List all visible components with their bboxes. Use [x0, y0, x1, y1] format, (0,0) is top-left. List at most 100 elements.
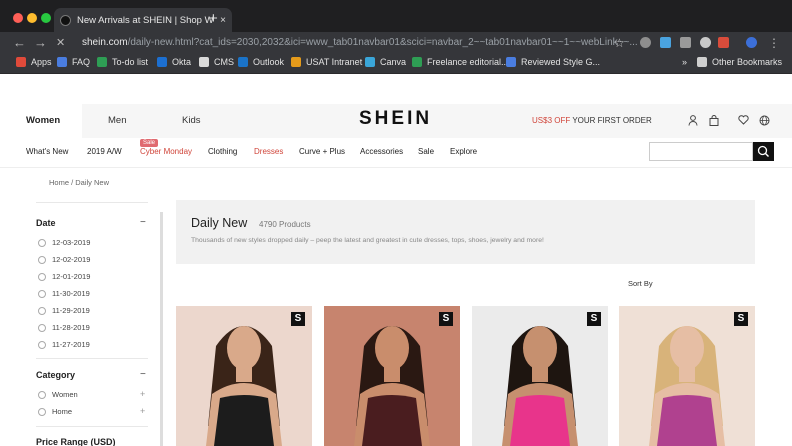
menu-item[interactable]: 2019 A/W — [87, 147, 122, 156]
menu-item[interactable]: Dresses — [254, 147, 283, 156]
forward-button[interactable]: → — [34, 35, 47, 51]
radio-icon[interactable] — [38, 407, 46, 416]
product-card[interactable]: S — [176, 306, 312, 446]
bookmarks-bar: Other Bookmarks » Apps FAQ To-do list Okta C… — [0, 54, 792, 74]
category-label: Home — [52, 407, 73, 416]
menu-item[interactable]: What's New — [26, 147, 68, 156]
other-bookmarks[interactable]: Other Bookmarks — [697, 57, 782, 67]
promo-banner[interactable]: US$3 OFF YOUR FIRST ORDER — [532, 104, 652, 138]
product-image[interactable] — [176, 306, 312, 446]
bookmark-item[interactable]: USAT Intranet — [291, 57, 362, 67]
extension-check-icon[interactable] — [640, 37, 651, 48]
tab-women[interactable]: Women — [0, 104, 82, 138]
bookmark-icon — [57, 57, 67, 67]
bookmark-item[interactable]: CMS — [199, 57, 234, 67]
radio-icon[interactable] — [38, 306, 46, 315]
menu-item[interactable]: Sale — [418, 147, 434, 156]
radio-icon[interactable] — [38, 323, 46, 332]
product-count: 4790 Products — [259, 220, 311, 229]
bookmark-item[interactable]: Freelance editorial... — [412, 57, 509, 67]
category-filter-option[interactable]: Home — [38, 407, 72, 416]
category-collapse-icon[interactable]: − — [140, 369, 146, 380]
date-filter-option[interactable]: 12-01-2019 — [38, 272, 90, 281]
extension-dropbox-icon[interactable] — [660, 37, 671, 48]
product-card[interactable]: S — [324, 306, 460, 446]
product-image[interactable] — [619, 306, 755, 446]
tab-men[interactable]: Men — [108, 104, 126, 138]
wishlist-heart-icon[interactable] — [738, 115, 749, 128]
search-input[interactable] — [649, 142, 753, 161]
date-filter-option[interactable]: 12-02-2019 — [38, 255, 90, 264]
date-collapse-icon[interactable]: − — [140, 217, 146, 228]
shein-badge-icon: S — [291, 312, 305, 326]
radio-icon[interactable] — [38, 340, 46, 349]
bookmark-item[interactable]: Outlook — [238, 57, 284, 67]
breadcrumb[interactable]: Home / Daily New — [49, 178, 109, 187]
url-field[interactable]: shein.com/daily-new.html?cat_ids=2030,20… — [82, 33, 642, 53]
search-button[interactable] — [753, 142, 774, 161]
sidebar-scrollbar[interactable] — [160, 212, 163, 446]
bookmark-item[interactable]: FAQ — [57, 57, 90, 67]
radio-icon[interactable] — [38, 272, 46, 281]
menu-item[interactable]: Accessories — [360, 147, 403, 156]
bookmark-icon — [199, 57, 209, 67]
radio-icon[interactable] — [38, 255, 46, 264]
date-filter-option[interactable]: 11-27-2019 — [38, 340, 90, 349]
date-filter-option[interactable]: 11-28-2019 — [38, 323, 90, 332]
bookmark-item[interactable]: Reviewed Style G... — [506, 57, 600, 67]
extension-grid-icon[interactable] — [680, 37, 691, 48]
close-window-button[interactable] — [13, 13, 23, 23]
back-button[interactable]: ← — [13, 35, 26, 51]
expand-icon[interactable]: + — [140, 406, 145, 416]
stop-loading-button[interactable]: ✕ — [56, 35, 65, 51]
tab-kids[interactable]: Kids — [182, 104, 200, 138]
browser-tab[interactable]: New Arrivals at SHEIN | Shop W × — [54, 8, 232, 32]
bookmark-icon — [157, 57, 167, 67]
radio-icon[interactable] — [38, 238, 46, 247]
price-filter-title[interactable]: Price Range (USD) — [36, 437, 116, 446]
maximize-window-button[interactable] — [41, 13, 51, 23]
bookmark-icon — [97, 57, 107, 67]
bookmark-label: Reviewed Style G... — [521, 57, 601, 67]
date-filter-option[interactable]: 11-29-2019 — [38, 306, 90, 315]
sort-by-dropdown[interactable]: Sort By — [628, 279, 653, 288]
shein-logo[interactable]: SHEIN — [359, 108, 432, 130]
bookmark-item[interactable]: Canva — [365, 57, 406, 67]
bookmark-icon — [291, 57, 301, 67]
new-tab-button[interactable]: + — [209, 10, 218, 28]
radio-icon[interactable] — [38, 390, 46, 399]
menu-item[interactable]: Curve + Plus — [299, 147, 345, 156]
date-filter-title[interactable]: Date — [36, 218, 56, 228]
minimize-window-button[interactable] — [27, 13, 37, 23]
user-icon[interactable] — [688, 115, 698, 129]
menu-item[interactable]: Explore — [450, 147, 477, 156]
globe-icon[interactable] — [759, 115, 770, 129]
extension-red-icon[interactable] — [718, 37, 729, 48]
date-filter-option[interactable]: 11-30-2019 — [38, 289, 90, 298]
bookmark-item[interactable]: Okta — [157, 57, 191, 67]
bookmark-item[interactable]: Apps — [16, 57, 52, 67]
expand-icon[interactable]: + — [140, 389, 145, 399]
bag-icon[interactable] — [709, 115, 719, 129]
radio-icon[interactable] — [38, 289, 46, 298]
menu-item[interactable]: Clothing — [208, 147, 237, 156]
bookmark-star-icon[interactable]: ☆ — [614, 35, 625, 51]
tab-close-icon[interactable]: × — [220, 15, 226, 26]
bookmark-item[interactable]: To-do list — [97, 57, 148, 67]
bookmark-icon — [506, 57, 516, 67]
bookmarks-overflow-button[interactable]: » — [682, 57, 687, 67]
product-image[interactable] — [324, 306, 460, 446]
banner-description: Thousands of new styles dropped daily – … — [191, 237, 544, 244]
profile-avatar-icon[interactable] — [746, 37, 757, 48]
extension-color-icon[interactable] — [700, 37, 711, 48]
date-filter-option[interactable]: 12-03-2019 — [38, 238, 90, 247]
product-card[interactable]: S — [619, 306, 755, 446]
browser-menu-icon[interactable]: ⋮ — [768, 35, 780, 51]
date-label: 12-02-2019 — [52, 255, 91, 264]
category-filter-option[interactable]: Women — [38, 390, 78, 399]
product-card[interactable]: S — [472, 306, 608, 446]
product-image[interactable] — [472, 306, 608, 446]
category-filter-title[interactable]: Category — [36, 370, 75, 380]
shein-page: Women Men Kids SHEIN US$3 OFF YOUR FIRST… — [0, 74, 792, 446]
menu-item[interactable]: Cyber Monday — [140, 147, 192, 156]
